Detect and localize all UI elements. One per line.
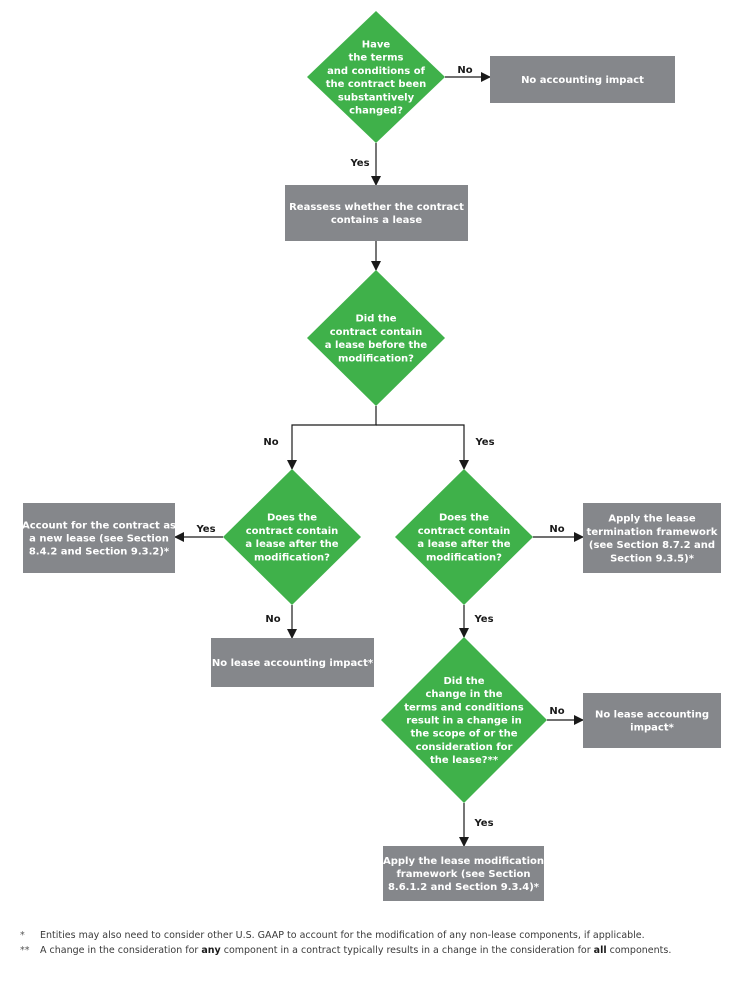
node-label-line: modification? <box>254 552 330 563</box>
node-label-line: change in the <box>425 689 502 700</box>
edge-line <box>287 406 377 470</box>
node-label-line: consideration for <box>416 742 513 753</box>
action-node-a-modification: Apply the lease modification framework (s… <box>383 846 544 901</box>
node-label-line: a lease after the <box>245 539 338 550</box>
decision-node-d1: Have the terms and conditions of the contra… <box>307 11 445 143</box>
edge-line <box>376 424 469 470</box>
node-label-line: a lease before the <box>325 340 428 351</box>
node-label-line: a lease after the <box>417 539 510 550</box>
lease-modification-flowchart: Have the terms and conditions of the contra… <box>22 11 721 901</box>
footnote-2: ** A change in the consideration for any… <box>20 943 732 958</box>
action-node-a-reassess: Reassess whether the contract contains a … <box>285 185 468 241</box>
node-label-line: contract contain <box>418 526 511 537</box>
decision-diamond <box>307 11 445 143</box>
node-label-line: result in a change in <box>406 716 522 727</box>
node-label-line: Does the <box>267 513 317 524</box>
decision-diamond <box>223 469 361 605</box>
node-label-line: contract contain <box>246 526 339 537</box>
node-label-line: No lease accounting impact* <box>212 658 374 669</box>
node-label-line: Does the <box>439 513 489 524</box>
node-label: Account for the contract as a new lease (… <box>22 520 176 557</box>
footnote-text-run: Entities may also need to consider other… <box>40 930 645 941</box>
node-label: Apply the lease modification framework (s… <box>383 856 544 893</box>
decision-diamond <box>395 469 533 605</box>
node-label-line: Apply the lease modification <box>383 856 544 867</box>
node-label-line: modification? <box>338 353 414 364</box>
edge-d2-to-d3 <box>287 406 377 470</box>
action-box <box>285 185 468 241</box>
footnotes: * Entities may also need to consider oth… <box>20 928 732 958</box>
node-label-line: contains a lease <box>331 215 423 226</box>
node-label-line: substantively <box>338 92 415 103</box>
node-label: No lease accounting impact* <box>212 658 374 669</box>
node-label-line: termination framework <box>587 527 718 538</box>
node-label-line: Apply the lease <box>608 514 696 525</box>
node-label-line: Reassess whether the contract <box>289 202 464 213</box>
action-node-a-no-lease-left: No lease accounting impact* <box>211 638 374 687</box>
edge-label-no: No <box>549 706 564 717</box>
edge-label-no: No <box>263 437 278 448</box>
node-label-line: the contract been <box>326 79 427 90</box>
action-node-a-no-impact: No accounting impact <box>490 56 675 103</box>
node-label-line: the scope of or the <box>410 729 517 740</box>
action-node-a-new-lease: Account for the contract as a new lease (… <box>22 503 176 573</box>
decision-node-d4: Does the contract contain a lease after th… <box>395 469 533 605</box>
edge-label-yes: Yes <box>195 524 215 535</box>
edge-d2-to-d4 <box>376 424 469 470</box>
footnote-emphasis: any <box>201 945 221 956</box>
node-label-line: a new lease (see Section <box>29 534 169 545</box>
footnote-text-run: components. <box>606 945 672 956</box>
node-label-line: Have <box>362 40 391 51</box>
edge-label-yes: Yes <box>473 818 493 829</box>
node-label-line: the lease?** <box>430 755 499 766</box>
node-label-line: framework (see Section <box>396 869 530 880</box>
footnote-text-run: component in a contract typically result… <box>220 945 594 956</box>
edge-label-yes: Yes <box>474 437 494 448</box>
edge-label-yes: Yes <box>473 614 493 625</box>
node-label-line: Account for the contract as <box>22 520 176 531</box>
node-label-line: No accounting impact <box>521 75 644 86</box>
footnote-emphasis: all <box>593 945 607 956</box>
node-label-line: the terms <box>348 53 403 64</box>
decision-node-d5: Did the change in the terms and conditions… <box>381 637 547 803</box>
node-label-line: impact* <box>630 723 674 734</box>
node-label: No accounting impact <box>521 75 644 86</box>
footnote-mark: ** <box>20 945 30 956</box>
footnote-text: A change in the consideration for any co… <box>40 943 671 958</box>
edge-label-no: No <box>265 614 280 625</box>
node-label-line: 8.6.1.2 and Section 9.3.4)* <box>388 882 540 893</box>
decision-diamond <box>307 270 445 406</box>
edge-label-yes: Yes <box>349 158 369 169</box>
decision-node-d3: Does the contract contain a lease after th… <box>223 469 361 605</box>
action-box <box>583 693 721 748</box>
node-label-line: and conditions of <box>327 66 426 77</box>
edge-label-no: No <box>457 65 472 76</box>
node-label-line: modification? <box>426 552 502 563</box>
node-label-line: No lease accounting <box>595 709 709 720</box>
node-label-line: terms and conditions <box>404 702 524 713</box>
node-label-line: Did the <box>443 676 484 687</box>
edge-label-no: No <box>549 524 564 535</box>
footnote-1: * Entities may also need to consider oth… <box>20 928 732 943</box>
node-label-line: Section 9.3.5)* <box>610 553 695 564</box>
footnote-mark: * <box>20 930 25 941</box>
node-label-line: Did the <box>355 314 396 325</box>
footnote-text-run: A change in the consideration for <box>40 945 202 956</box>
node-label-line: changed? <box>349 106 403 117</box>
footnote-text: Entities may also need to consider other… <box>40 928 645 943</box>
node-label-line: 8.4.2 and Section 9.3.2)* <box>29 547 170 558</box>
node-label-line: contract contain <box>330 327 423 338</box>
action-node-a-termination: Apply the lease termination framework (see… <box>583 503 721 573</box>
decision-node-d2: Did the contract contain a lease before th… <box>307 270 445 406</box>
node-label-line: (see Section 8.7.2 and <box>589 540 715 551</box>
nodes: Have the terms and conditions of the contra… <box>22 11 721 901</box>
action-node-a-no-lease-right: No lease accounting impact* <box>583 693 721 748</box>
